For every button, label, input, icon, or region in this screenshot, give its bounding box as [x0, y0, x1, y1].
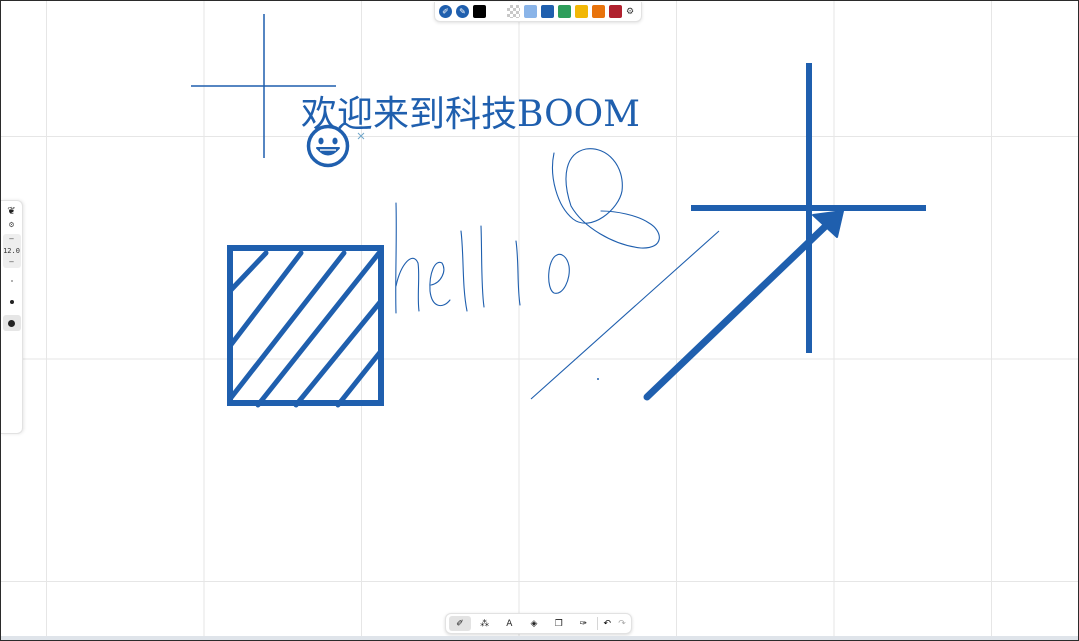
laser-tool-button[interactable]: ✑ [573, 616, 595, 631]
image-tool-button[interactable]: ❐ [548, 616, 570, 631]
thick-cross-shape[interactable] [691, 63, 926, 353]
handwriting-hello[interactable] [395, 202, 570, 314]
color-swatch-orange[interactable] [592, 5, 605, 18]
color-swatch-light-blue[interactable] [524, 5, 537, 18]
color-swatch-green[interactable] [558, 5, 571, 18]
stroke-size-increase-button[interactable]: − [9, 259, 15, 266]
stroke-size-large[interactable] [2, 315, 21, 331]
pen-tool-icon: ✐ [456, 618, 464, 629]
thin-diagonal-line[interactable] [530, 230, 720, 400]
toolbar-divider [597, 617, 599, 630]
brush-icon[interactable]: ❦ [7, 207, 15, 217]
handwriting-q-loop[interactable] [551, 148, 660, 249]
eraser-tool-button[interactable]: ◈ [523, 616, 545, 631]
text-tool-icon: A [506, 618, 513, 629]
tools-toolbar: ✐ ⁂ A ◈ ❐ ✑ ↶ ↷ [445, 613, 632, 634]
color-swatch-yellow[interactable] [575, 5, 588, 18]
shape-tool-button[interactable]: ⁂ [474, 616, 496, 631]
stroke-size-control: − 12.0 − [2, 234, 21, 268]
color-swatch-white[interactable] [490, 5, 503, 18]
marker-mode-icon[interactable]: ✎ [456, 5, 469, 18]
color-swatch-red[interactable] [609, 5, 622, 18]
undo-button[interactable]: ↶ [601, 616, 613, 631]
thick-arrow-shape[interactable] [643, 210, 844, 401]
stroke-size-medium[interactable] [3, 294, 21, 310]
color-swatch-blue[interactable] [541, 5, 554, 18]
ink-dot [597, 378, 599, 380]
pen-mode-icon[interactable]: ✐ [439, 5, 452, 18]
pen-tool-button[interactable]: ✐ [449, 616, 471, 631]
settings-icon[interactable]: ⚙ [8, 222, 14, 229]
bottom-status-strip [1, 636, 1078, 640]
color-swatch-black[interactable] [473, 5, 486, 18]
text-tool-button[interactable]: A [498, 616, 520, 631]
shape-tool-icon: ⁂ [480, 618, 490, 629]
stroke-size-decrease-button[interactable]: − [9, 236, 15, 243]
more-colors-icon[interactable]: ⚙ [626, 7, 634, 17]
color-swatch-transparent[interactable] [507, 5, 520, 18]
hatched-square-shape[interactable] [227, 245, 384, 408]
whiteboard-canvas[interactable]: 欢迎来到科技BOOM ✐ ✎ ⚙ ❦ ⚙ − 12.0 − ✐ ⁂ A ◈ ❐ … [0, 0, 1079, 641]
stroke-size-value[interactable]: 12.0 [3, 247, 20, 255]
image-tool-icon: ❐ [554, 618, 563, 629]
laser-tool-icon: ✑ [579, 618, 588, 629]
redo-button[interactable]: ↷ [616, 616, 628, 631]
canvas-heading-text[interactable]: 欢迎来到科技BOOM [301, 85, 640, 137]
color-toolbar: ✐ ✎ ⚙ [434, 2, 642, 22]
stroke-size-small[interactable] [3, 273, 21, 289]
stroke-panel: ❦ ⚙ − 12.0 − [1, 200, 23, 434]
eraser-tool-icon: ◈ [530, 618, 538, 629]
smiley-icon[interactable] [305, 124, 351, 168]
